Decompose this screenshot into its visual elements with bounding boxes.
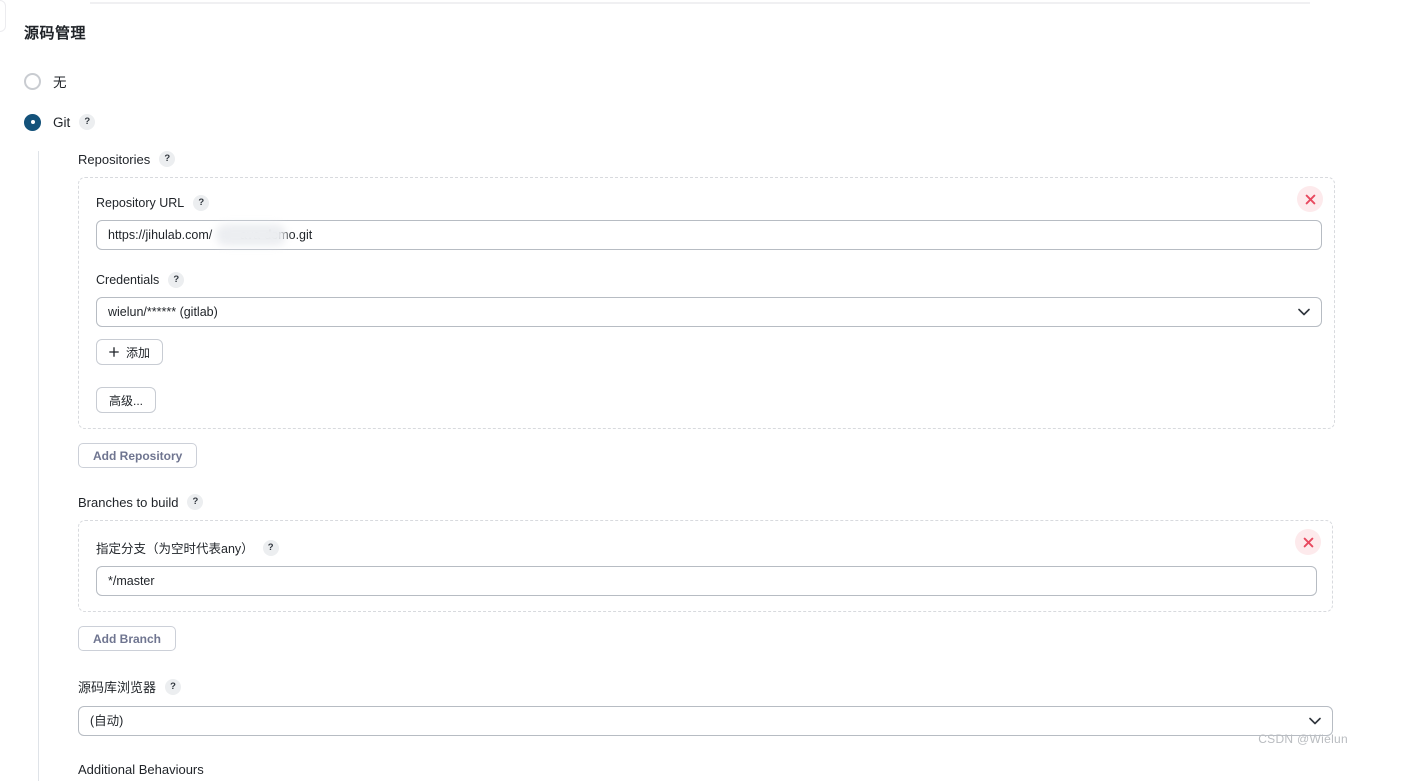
delete-branch-button[interactable] [1295, 529, 1321, 555]
plus-icon [109, 347, 119, 357]
credentials-select[interactable]: wielun/****** (gitlab) [96, 297, 1322, 327]
help-icon-repositories[interactable]: ? [159, 151, 176, 167]
repository-browser-label-row: 源码库浏览器 ? [78, 677, 1403, 696]
repository-entry: Repository URL ? Credentials ? wielun/**… [78, 177, 1335, 429]
branch-name-label: 指定分支（为空时代表any） [96, 542, 254, 556]
repository-url-label: Repository URL [96, 196, 185, 210]
add-credentials-button[interactable]: 添加 [96, 339, 164, 365]
add-repository-button[interactable]: Add Repository [78, 443, 198, 468]
add-credentials-label: 添加 [126, 345, 151, 360]
close-icon [1305, 194, 1315, 204]
repository-browser-select[interactable]: (自动) [78, 706, 1333, 736]
help-icon-branch-name[interactable]: ? [262, 539, 279, 556]
scm-option-git[interactable]: Git ? [24, 110, 1403, 134]
help-icon-credentials[interactable]: ? [168, 272, 185, 288]
repository-browser-select-wrapper: (自动) [78, 706, 1333, 736]
add-branch-button[interactable]: Add Branch [78, 626, 177, 651]
radio-git[interactable] [24, 113, 41, 131]
credentials-label: Credentials [96, 273, 160, 287]
advanced-button[interactable]: 高级... [96, 387, 157, 413]
help-icon-repository-url[interactable]: ? [193, 195, 210, 211]
branches-label: Branches to build [78, 494, 179, 510]
repository-url-input[interactable] [96, 220, 1322, 250]
credentials-label-row: Credentials ? [96, 272, 1317, 288]
watermark: CSDN @Wielun [1258, 732, 1348, 746]
close-icon [1303, 537, 1313, 547]
radio-none[interactable] [24, 72, 41, 90]
advanced-label: 高级... [109, 393, 144, 408]
scm-option-none[interactable]: 无 [24, 69, 1403, 93]
scm-configuration-page: 源码管理 无 Git ? Repositories ? Repository U… [0, 0, 1403, 781]
page-title: 源码管理 [24, 25, 87, 42]
help-icon-branches[interactable]: ? [187, 494, 204, 510]
credentials-select-wrapper: wielun/****** (gitlab) [96, 297, 1322, 327]
help-icon-repository-browser[interactable]: ? [165, 678, 182, 695]
delete-repository-button[interactable] [1297, 186, 1323, 212]
scm-option-none-label: 无 [53, 75, 67, 90]
branch-name-input[interactable] [96, 566, 1317, 596]
repositories-label-row: Repositories ? [78, 151, 1403, 167]
branches-label-row: Branches to build ? [78, 494, 1403, 510]
repository-browser-label: 源码库浏览器 [78, 680, 157, 695]
git-section: Repositories ? Repository URL ? Credenti… [38, 151, 1403, 781]
branch-name-label-row: 指定分支（为空时代表any） ? [96, 538, 1315, 557]
repository-url-label-row: Repository URL ? [96, 195, 1317, 211]
scm-option-git-label: Git [53, 114, 71, 130]
branch-entry: 指定分支（为空时代表any） ? [78, 520, 1333, 612]
help-icon-git[interactable]: ? [79, 114, 96, 130]
repository-url-wrapper [96, 220, 1322, 250]
additional-behaviours-label: Additional Behaviours [78, 762, 204, 777]
repositories-label: Repositories [78, 151, 151, 167]
